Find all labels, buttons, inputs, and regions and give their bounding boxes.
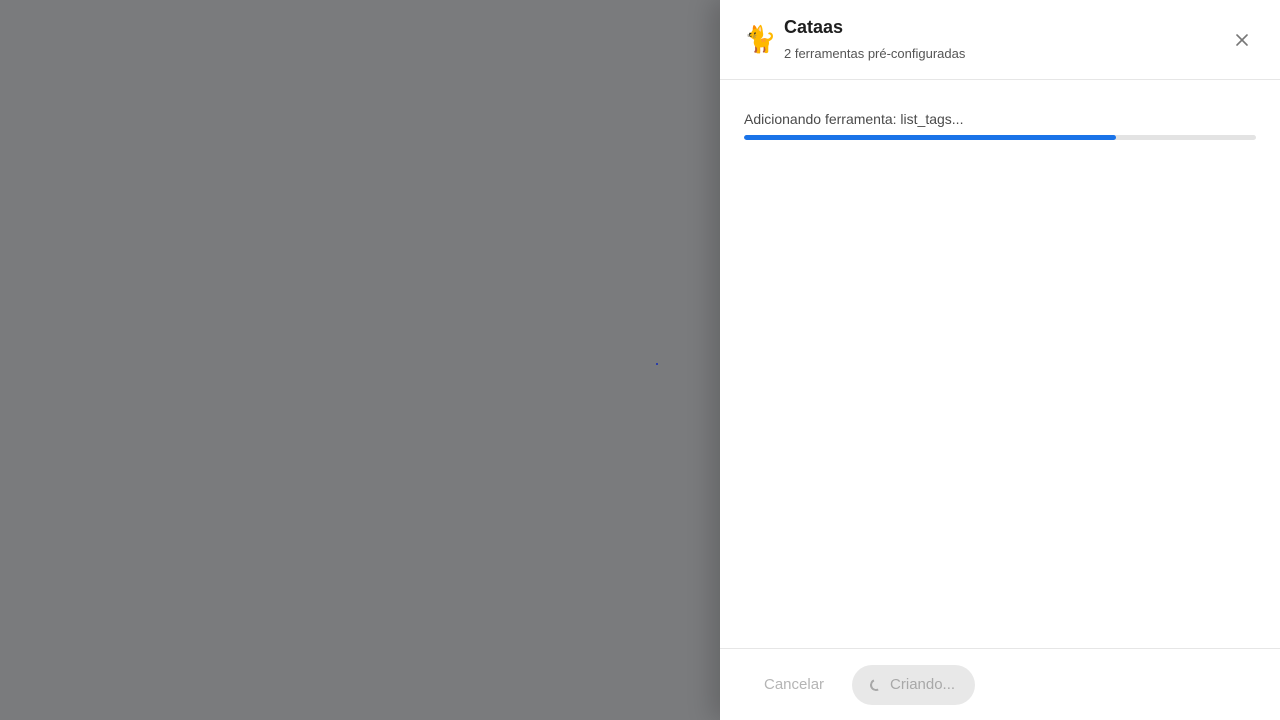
drawer-body: Adicionando ferramenta: list_tags... bbox=[720, 80, 1280, 648]
progress-track bbox=[744, 135, 1256, 140]
backdrop-artifact bbox=[656, 363, 658, 365]
drawer-header: 🐈 Cataas 2 ferramentas pré-configuradas bbox=[720, 0, 1280, 80]
create-button[interactable]: Criando... bbox=[852, 664, 976, 705]
progress-label: Adicionando ferramenta: list_tags... bbox=[744, 111, 964, 127]
cancel-button[interactable]: Cancelar bbox=[744, 666, 844, 703]
progress-fill bbox=[744, 135, 1117, 140]
spinner-icon bbox=[868, 676, 884, 693]
drawer-title: Cataas bbox=[784, 17, 844, 37]
drawer-subtitle: 2 ferramentas pré-configuradas bbox=[784, 46, 966, 61]
close-icon bbox=[1236, 34, 1248, 46]
close-button[interactable] bbox=[1230, 28, 1254, 52]
side-drawer: 🐈 Cataas 2 ferramentas pré-configuradas … bbox=[720, 0, 1280, 720]
create-button-label: Criando... bbox=[890, 676, 956, 693]
drawer-footer: Cancelar Criando... bbox=[720, 648, 1280, 720]
cat-icon: 🐈 bbox=[744, 25, 777, 55]
